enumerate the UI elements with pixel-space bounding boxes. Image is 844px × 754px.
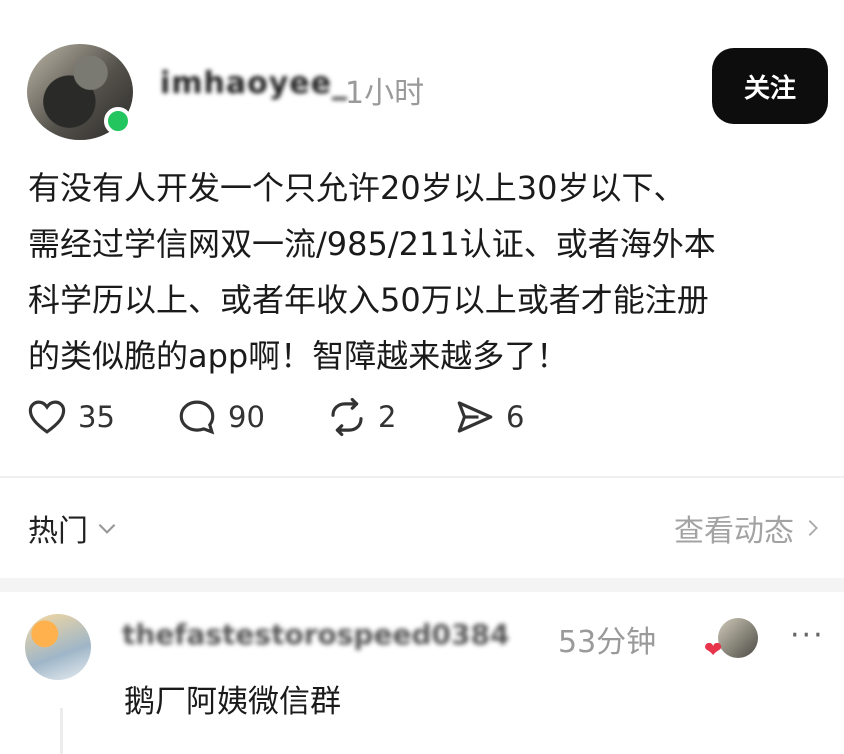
share-button[interactable]: 6 [454,392,524,442]
view-activity-link[interactable]: 查看动态 [674,506,824,550]
send-icon [457,401,493,433]
post-body: 有没有人开发一个只允许20岁以上30岁以下、 需经过学信网双一流/985/211… [28,160,818,384]
comment-button[interactable]: 90 [176,392,265,442]
like-count: 35 [78,400,115,434]
comment-sort-dropdown[interactable]: 热门 [28,506,120,550]
post-text-line: 科学历以上、或者年收入50万以上或者才能注册 [28,281,709,319]
author-username[interactable]: imhaoyee_ [160,66,348,101]
chevron-right-icon [808,520,818,536]
post-text-line: 有没有人开发一个只允许20岁以上30岁以下、 [28,169,686,207]
section-separator [0,578,844,592]
comment-count: 90 [228,400,265,434]
more-options-icon[interactable]: ··· [790,618,825,653]
post-text-line: 需经过学信网双一流/985/211认证、或者海外本 [28,225,716,263]
view-activity-label: 查看动态 [674,514,794,549]
share-count: 6 [506,400,525,434]
thread-line [60,708,63,754]
commenter-username[interactable]: thefastestorospeed0384 [122,618,509,651]
heart-icon: ❤ [704,638,723,663]
comment-time-ago: 53分钟 [558,625,657,660]
commenter-avatar[interactable] [25,614,91,680]
repost-icon [331,397,363,437]
comment-bubble-icon [179,400,215,435]
author-liked-avatar [718,618,758,658]
online-status-dot [104,107,132,135]
like-button[interactable]: 35 [26,392,115,442]
post-time-ago: 1小时 [345,76,425,111]
repost-button[interactable]: 2 [326,392,396,442]
sort-label: 热门 [28,514,88,549]
comment-text: 鹅厂阿姨微信群 [124,684,341,720]
heart-icon [28,400,66,434]
follow-button[interactable]: 关注 [712,48,828,124]
section-divider [0,476,844,478]
post-text-line: 的类似脆的app啊！智障越来越多了！ [28,337,569,375]
repost-count: 2 [378,400,397,434]
chevron-down-icon [98,523,116,534]
